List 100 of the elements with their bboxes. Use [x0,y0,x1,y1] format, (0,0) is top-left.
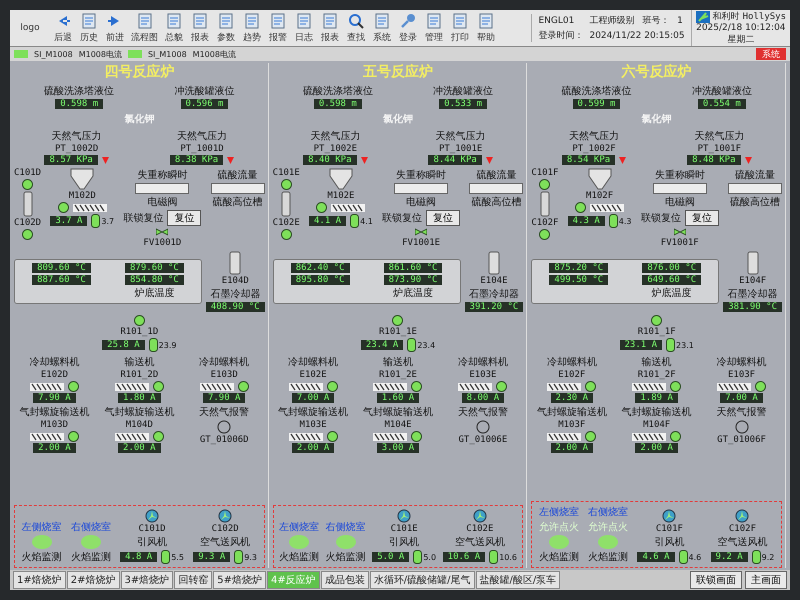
value-display: 0.598 m [55,99,104,109]
fan-icon [472,509,487,523]
motor-icon [585,431,596,442]
screw-conveyor-icon [331,204,366,212]
temperature-display: 887.60 °C [32,275,91,285]
value-display: 2.00 A [118,443,161,453]
toolbar-button[interactable]: 报表 [317,12,343,44]
gauge-reading: 5.5 [171,552,184,562]
tag-label: E102D [40,370,68,380]
temperature-display: 895.80 °C [290,275,350,285]
gauge-reading: 9.3 [244,552,258,562]
nav-button[interactable]: 联锁画面 [690,571,742,589]
motor-icon [670,381,682,392]
level-label: 硫酸洗涤塔液位 [561,84,632,98]
tag-label: E103D [210,370,238,380]
tag-label: R101_2D [120,370,158,380]
nav-button[interactable]: 主画面 [745,571,787,589]
toolbar-button[interactable]: 管理 [421,12,447,44]
flow-display [210,183,265,194]
toolbar-button[interactable]: 趋势 [239,12,265,44]
tag-label: C102E [466,524,494,534]
logo: logo [19,23,41,33]
screw-conveyor-icon [717,382,752,390]
screen-tab[interactable]: 1#焙烧炉 [13,571,66,589]
reset-button[interactable]: 复位 [684,210,719,226]
toolbar-button[interactable]: 历史 [76,12,102,44]
screw-conveyor-icon [547,382,582,390]
fan-label: 引风机 [654,536,684,549]
value-display: 2.00 A [550,443,594,453]
toolbar-button[interactable]: 总貌 [161,12,187,44]
value-display: 8.54 KPa [562,155,616,165]
toolbar-button[interactable]: 前进 [102,12,128,44]
value-display: 3.7 A [50,216,88,226]
toolbar-button[interactable]: 后退 [50,12,76,44]
toolbar-button[interactable]: 登录 [395,12,421,44]
toolbar-button[interactable]: 打印 [447,12,473,44]
equipment-label: 气封螺旋输送机 [104,406,174,419]
motor-icon [68,381,79,392]
toolbar-button[interactable]: 查找 [343,12,369,44]
user-name: ENGL01 [538,16,576,26]
screen-tab[interactable]: 水循环/硫酸储罐/尾气 [370,571,474,589]
screen-tab[interactable]: 3#焙烧炉 [120,571,174,589]
cooler-label: 石墨冷却器 [210,288,260,301]
screen-tab[interactable]: 2#焙烧炉 [66,571,120,589]
temperature-display: 861.60 °C [384,263,442,273]
toolbar-button[interactable]: 参数 [213,12,239,44]
screen-tab[interactable]: 成品包装 [320,571,369,589]
tag-label: PT_1002E [314,144,357,154]
tag-label: M103E [300,420,327,430]
fan-label: 空气送风机 [200,536,250,549]
screw-conveyor-icon [373,382,408,390]
screen-tab[interactable]: 盐酸罐/酸区/泵车 [476,571,560,589]
status-tag: SI_M1008 [148,50,187,58]
reset-button[interactable]: 复位 [167,210,202,226]
tag-label: M104D [126,420,153,430]
sensor-icon [619,156,626,164]
temperature-display: 408.90 °C [206,302,265,312]
toolbar-button[interactable]: 报警 [265,12,291,44]
ammeter-icon [148,338,158,352]
value-display: 2.30 A [550,393,594,403]
pressure-label: 天然气压力 [310,130,360,143]
equipment-label: 冷却螺料机 [716,356,767,369]
tag-label: PT_1002F [572,144,616,154]
tag-label: C102D [212,524,239,534]
value-display: 8.57 KPa [44,155,98,165]
toolbar-button[interactable]: 报表 [187,12,213,44]
gauge-reading: 5.0 [423,552,436,562]
tank-label: 硫酸高位槽 [471,196,522,209]
motor-icon [539,179,550,190]
alarm-lamp-icon [734,420,749,434]
temperature-display: 873.90 °C [384,275,442,285]
sensor-icon [486,156,493,164]
gauge-reading: 10.6 [499,552,517,562]
tag-label: E104D [222,276,249,286]
hopper-icon [328,168,353,190]
screen-tab[interactable]: 回转窑 [174,571,212,589]
reset-button[interactable]: 复位 [426,210,460,226]
screw-conveyor-icon [458,382,492,390]
system-button[interactable]: 系统 [756,48,786,60]
cooler-label: 石墨冷却器 [728,288,778,301]
motor-icon [651,315,662,326]
screen-tab[interactable]: 5#焙烧炉 [213,571,266,589]
tag-label: GT_01006D [200,435,249,445]
toolbar-button[interactable]: 流程图 [128,12,161,44]
pressure-label: 天然气压力 [436,130,486,143]
toolbar-button[interactable]: 日志 [291,12,317,44]
search-icon [347,12,365,30]
sensor-icon [360,156,368,164]
value-display: 7.90 A [33,393,76,403]
valve-icon [674,227,686,237]
pressure-label: 天然气压力 [52,130,102,143]
screw-conveyor-icon [288,432,323,440]
ammeter-icon [91,214,100,228]
screw-conveyor-icon [72,204,107,212]
toolbar-button[interactable]: 系统 [369,12,395,44]
value-display: 10.6 A [442,552,486,562]
gauge-reading: 3.7 [101,216,114,226]
motor-icon [58,202,69,213]
motor-icon [392,315,404,326]
toolbar-button[interactable]: 帮助 [473,12,499,44]
